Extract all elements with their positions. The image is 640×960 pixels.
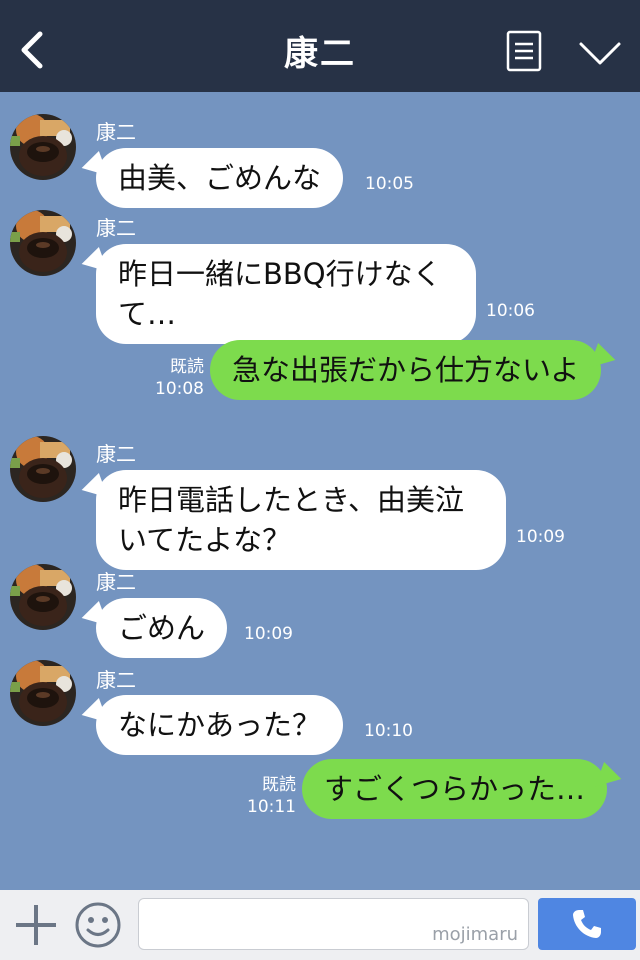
message-time: 10:08 [155,379,204,399]
avatar[interactable] [10,114,76,180]
phone-icon [573,910,601,938]
sender-name: 康二 [96,120,136,144]
smile-icon[interactable] [74,901,122,949]
read-label: 既読 [262,775,296,795]
message-text-line: 昨日一緒にBBQ行けなく [118,257,442,291]
sender-name: 康二 [96,668,136,692]
message-text: 由美、ごめんな [118,161,322,195]
note-icon[interactable] [506,30,542,72]
avatar[interactable] [10,436,76,502]
message-text: すごくつらかった… [324,772,586,806]
watermark: mojimaru [432,924,518,945]
message-text-line: て… [118,297,177,331]
message-bubble[interactable]: 昨日一緒にBBQ行けなく て… [96,244,476,344]
read-receipt: 既読 10:11 [242,774,296,818]
chat-header: 康二 [0,0,640,92]
read-label: 既読 [170,357,204,377]
message-time: 10:09 [244,624,293,644]
message-time: 10:10 [364,721,413,741]
sender-name: 康二 [96,216,136,240]
sender-name: 康二 [96,442,136,466]
message-text-line: 昨日電話したとき、由美泣 [118,483,464,517]
message-bubble[interactable]: すごくつらかった… [302,759,608,819]
sender-name: 康二 [96,570,136,594]
message-time: 10:09 [516,527,565,547]
read-receipt: 既読 10:08 [150,356,204,400]
message-text: 急な出張だから仕方ないよ [232,353,580,387]
message-bubble[interactable]: なにかあった？ [96,695,344,755]
message-input[interactable]: mojimaru [138,898,529,950]
message-time: 10:11 [247,797,296,817]
message-bubble[interactable]: 急な出張だから仕方ないよ [210,340,602,400]
message-bubble[interactable]: ごめん [96,598,228,658]
message-bubble[interactable]: 昨日電話したとき、由美泣 いてたよな？ [96,470,506,570]
chat-title: 康二 [284,34,356,74]
avatar[interactable] [10,210,76,276]
message-text: ごめん [118,611,206,645]
chevron-down-icon[interactable] [578,38,622,68]
message-time: 10:06 [486,301,535,321]
message-text-line: いてたよな？ [118,523,292,557]
avatar[interactable] [10,564,76,630]
message-time: 10:05 [365,174,414,194]
message-list[interactable]: 康二 由美、ごめんな 10:05 康二 昨日一緒にBBQ行けなく て… 10:0… [0,92,640,890]
message-text: なにかあった？ [118,708,322,742]
call-button[interactable] [538,898,636,950]
plus-icon[interactable] [14,903,58,947]
message-bubble[interactable]: 由美、ごめんな [96,148,344,208]
avatar[interactable] [10,660,76,726]
